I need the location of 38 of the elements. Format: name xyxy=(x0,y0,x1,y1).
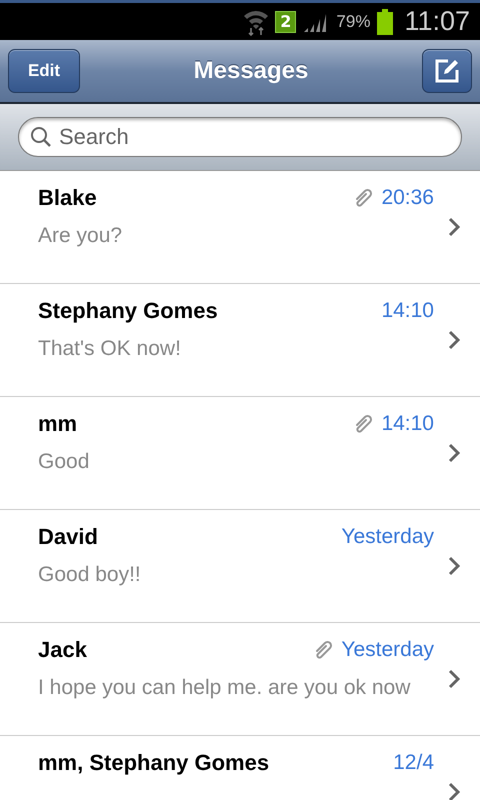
message-preview: Good boy!! xyxy=(38,562,142,588)
conversation-item[interactable]: mm, Stephany Gomes 12/4 xyxy=(0,736,480,800)
contact-name: mm xyxy=(38,411,78,437)
screen-title: Messages xyxy=(194,57,308,85)
clock: 11:07 xyxy=(404,6,470,37)
contact-name: Jack xyxy=(38,637,87,663)
contact-name: Stephany Gomes xyxy=(38,298,218,324)
chevron-icon xyxy=(448,669,460,689)
chevron-icon xyxy=(448,330,460,350)
message-preview: I hope you can help me. are you ok now xyxy=(38,675,412,701)
message-preview: That's OK now! xyxy=(38,336,182,362)
chevron-icon xyxy=(448,782,460,800)
conversation-item[interactable]: Blake 20:36 Are you? xyxy=(0,171,480,284)
message-time: 12/4 xyxy=(393,751,434,775)
battery-icon xyxy=(376,8,394,36)
message-preview: Are you? xyxy=(38,223,124,249)
message-time: Yesterday xyxy=(341,638,434,662)
sim-badge: 2 xyxy=(275,10,296,32)
contact-name: Blake xyxy=(38,185,97,211)
message-time: 20:36 xyxy=(381,186,434,210)
chevron-icon xyxy=(448,217,460,237)
compose-button[interactable] xyxy=(422,49,472,93)
conversation-item[interactable]: Jack Yesterday I hope you can help me. are you ok now xyxy=(0,623,480,736)
conversation-item[interactable]: mm 14:10 Good xyxy=(0,397,480,510)
contact-name: mm, Stephany Gomes xyxy=(38,750,270,776)
message-time: 14:10 xyxy=(381,412,434,436)
compose-icon xyxy=(434,58,460,84)
chevron-icon xyxy=(448,443,460,463)
chevron-icon xyxy=(448,556,460,576)
message-preview: Good xyxy=(38,449,90,475)
contact-name: David xyxy=(38,524,98,550)
message-time: 14:10 xyxy=(381,299,434,323)
message-time: Yesterday xyxy=(341,525,434,549)
battery-percent: 79% xyxy=(336,12,370,32)
search-field[interactable]: Search xyxy=(18,117,462,157)
conversation-item[interactable]: Stephany Gomes 14:10 That's OK now! xyxy=(0,284,480,397)
edit-button[interactable]: Edit xyxy=(8,49,80,93)
conversation-item[interactable]: David Yesterday Good boy!! xyxy=(0,510,480,623)
